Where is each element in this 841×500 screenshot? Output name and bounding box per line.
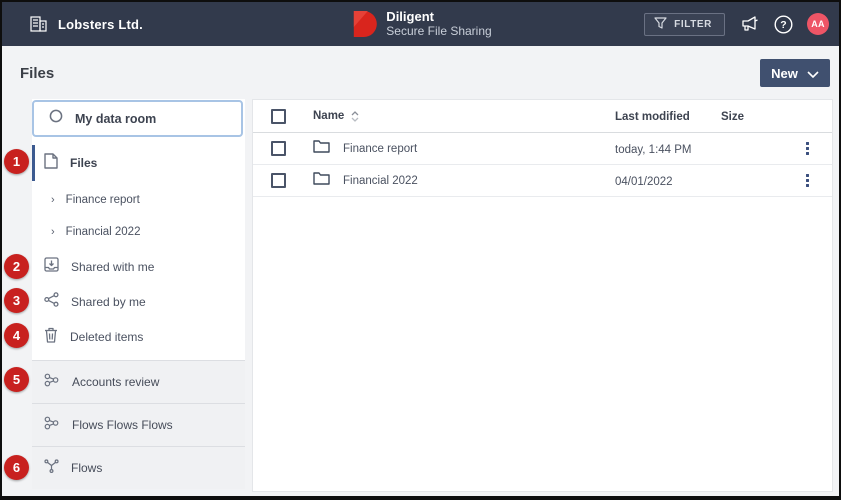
annotation-badge-2: 2 <box>4 254 29 279</box>
last-modified-value: today, 1:44 PM <box>615 144 692 156</box>
table-header-row: Name Last modified Size <box>253 100 832 133</box>
table-row[interactable]: Finance report today, 1:44 PM <box>253 133 832 165</box>
brand-name: Diligent <box>386 10 491 24</box>
avatar[interactable]: AA <box>807 13 829 35</box>
file-name[interactable]: Financial 2022 <box>343 175 418 187</box>
sidebar-item-label: Flows <box>71 461 102 475</box>
row-checkbox[interactable] <box>271 173 286 188</box>
page-title: Files <box>20 65 54 82</box>
sidebar-item-flows[interactable]: Flows <box>32 446 245 489</box>
annotation-badge-4: 4 <box>4 323 29 348</box>
sidebar-item-label: Shared by me <box>71 295 146 309</box>
sidebar-item-shared-with-me[interactable]: Shared with me <box>32 253 245 281</box>
row-checkbox[interactable] <box>271 141 286 156</box>
building-icon <box>28 14 48 34</box>
brand-product: Secure File Sharing <box>386 24 491 38</box>
announcements-icon[interactable] <box>739 14 759 34</box>
sort-icon[interactable] <box>351 111 359 122</box>
nodes-icon <box>44 373 60 392</box>
filter-label: FILTER <box>674 19 712 30</box>
sidebar-item-label: Deleted items <box>70 330 143 344</box>
inbox-icon <box>44 257 59 277</box>
sidebar-item-accounts-review[interactable]: Accounts review <box>32 360 245 403</box>
top-bar: Lobsters Ltd. Diligent Secure File Shari… <box>2 2 839 46</box>
company-name: Lobsters Ltd. <box>58 17 143 32</box>
chevron-down-icon <box>807 66 819 81</box>
sidebar-item-shared-by-me[interactable]: Shared by me <box>32 288 245 316</box>
file-icon <box>44 153 58 174</box>
row-menu-icon[interactable] <box>802 138 813 159</box>
sidebar: My data room Files › Finance report › Fi… <box>32 99 245 489</box>
sidebar-folder-financial-2022[interactable]: › Financial 2022 <box>32 219 245 245</box>
share-icon <box>44 292 59 312</box>
new-button-label: New <box>771 66 798 81</box>
sidebar-item-label: Flows Flows Flows <box>72 418 173 432</box>
select-all-checkbox[interactable] <box>271 109 286 124</box>
sidebar-folder-finance-report[interactable]: › Finance report <box>32 187 245 213</box>
annotation-badge-1: 1 <box>4 149 29 174</box>
brand-text: Diligent Secure File Sharing <box>386 10 491 38</box>
folder-icon <box>313 171 330 190</box>
circle-icon <box>49 109 63 128</box>
topbar-actions: FILTER ? AA <box>644 13 839 36</box>
column-header-last-modified[interactable]: Last modified <box>615 111 690 123</box>
sidebar-item-flows-flows-flows[interactable]: Flows Flows Flows <box>32 403 245 446</box>
table-row[interactable]: Financial 2022 04/01/2022 <box>253 165 832 197</box>
sidebar-item-label: Shared with me <box>71 260 154 274</box>
app-window: Lobsters Ltd. Diligent Secure File Shari… <box>0 0 841 500</box>
file-table: Name Last modified Size <box>252 99 833 492</box>
active-indicator <box>32 145 35 181</box>
folder-icon <box>313 139 330 158</box>
sidebar-item-label: Files <box>70 156 97 170</box>
column-header-name[interactable]: Name <box>313 110 344 122</box>
chevron-right-icon[interactable]: › <box>51 227 55 238</box>
chevron-right-icon[interactable]: › <box>51 195 55 206</box>
folder-label: Finance report <box>66 194 140 206</box>
flow-junction-icon <box>44 459 59 478</box>
annotation-badge-3: 3 <box>4 288 29 313</box>
funnel-icon <box>654 17 667 32</box>
annotation-badge-6: 6 <box>4 455 29 480</box>
new-button[interactable]: New <box>760 59 830 87</box>
nodes-icon <box>44 416 60 435</box>
folder-label: Financial 2022 <box>66 226 141 238</box>
brand-logo: Diligent Secure File Sharing <box>349 2 491 46</box>
sidebar-item-my-data-room[interactable]: My data room <box>32 100 243 137</box>
filter-button[interactable]: FILTER <box>644 13 725 36</box>
sidebar-item-files[interactable]: Files <box>32 145 245 181</box>
row-menu-icon[interactable] <box>802 170 813 191</box>
sidebar-item-deleted-items[interactable]: Deleted items <box>32 323 245 351</box>
diligent-logo-icon <box>349 10 377 38</box>
last-modified-value: 04/01/2022 <box>615 176 673 188</box>
annotation-badge-5: 5 <box>4 367 29 392</box>
svg-text:?: ? <box>780 19 786 31</box>
trash-icon <box>44 327 58 348</box>
sidebar-item-label: Accounts review <box>72 375 159 389</box>
company-area: Lobsters Ltd. <box>2 14 143 34</box>
column-header-size[interactable]: Size <box>721 111 744 123</box>
help-icon[interactable]: ? <box>773 14 793 34</box>
sidebar-item-label: My data room <box>75 112 156 126</box>
file-name[interactable]: Finance report <box>343 143 417 155</box>
